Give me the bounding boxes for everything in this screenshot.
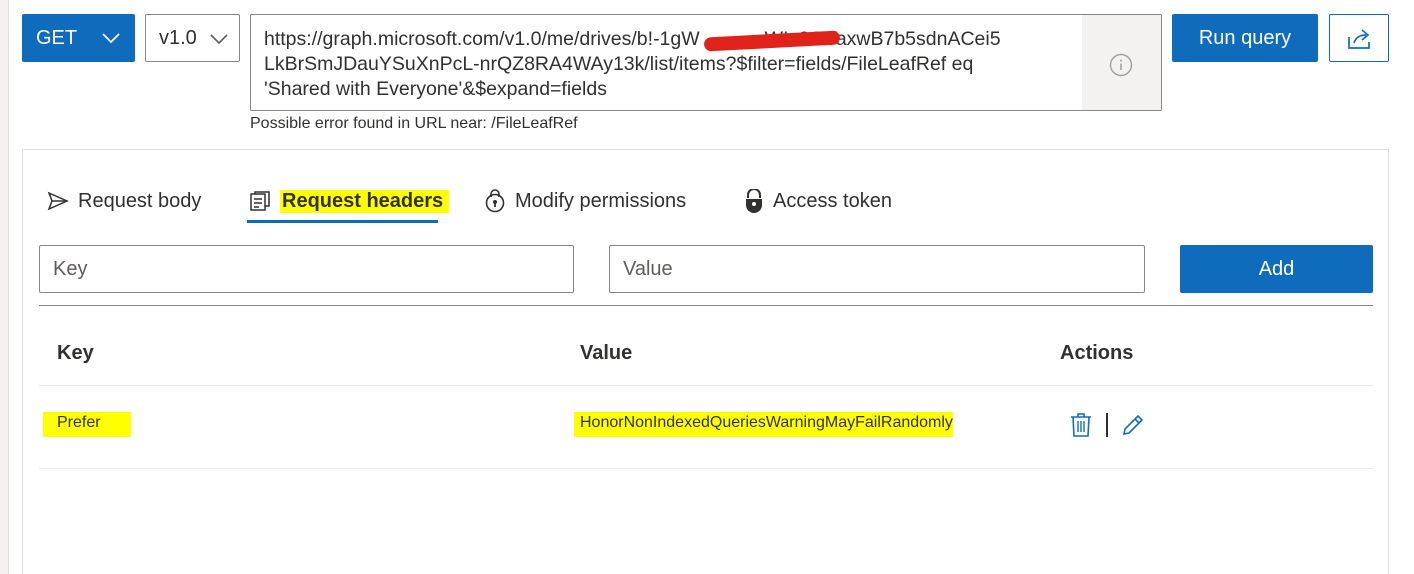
tab-access-token[interactable]: Access token [744, 178, 892, 224]
run-query-button[interactable]: Run query [1172, 14, 1318, 62]
header-value-cell: HonorNonIndexedQueriesWarningMayFailRand… [574, 412, 953, 437]
url-line-1: https://graph.microsoft.com/v1.0/me/driv… [264, 28, 1001, 50]
request-panel: Request body Request headers Modify perm… [22, 149, 1389, 574]
http-method-label: GET [36, 26, 78, 49]
document-icon [250, 191, 270, 211]
form-divider [39, 305, 1373, 306]
url-line-2: LkBrSmJDauYSuXnPcL-nrQZ8RA4WAy13k/list/i… [264, 53, 974, 75]
header-value-input[interactable]: Value [609, 245, 1145, 293]
url-error-message: Possible error found in URL near: /FileL… [250, 115, 578, 132]
tab-label: Request headers [280, 189, 450, 213]
query-url-input[interactable]: https://graph.microsoft.com/v1.0/me/driv… [250, 14, 1162, 111]
active-tab-indicator [247, 220, 438, 223]
tab-label: Access token [773, 189, 892, 212]
http-method-dropdown[interactable]: GET [22, 14, 135, 62]
lock-icon [485, 189, 505, 213]
tab-modify-permissions[interactable]: Modify permissions [484, 178, 686, 224]
url-line-3: 'Shared with Everyone'&$expand=fields [264, 78, 607, 100]
column-header-value: Value [580, 342, 633, 364]
url-info-area [1082, 15, 1161, 110]
version-dropdown[interactable]: v1.0 [145, 14, 240, 62]
table-row-value: HonorNonIndexedQueriesWarningMayFailRand… [574, 412, 953, 437]
chevron-down-icon [102, 33, 120, 44]
table-header-divider [39, 385, 1373, 386]
column-header-key: Key [57, 342, 94, 364]
tab-request-headers[interactable]: Request headers [249, 178, 450, 224]
tab-label: Request body [78, 189, 202, 212]
delete-icon[interactable] [1070, 412, 1092, 438]
header-key-cell: Prefer [43, 412, 131, 437]
table-row-divider [39, 468, 1373, 469]
send-icon [47, 191, 69, 211]
query-url-text[interactable]: https://graph.microsoft.com/v1.0/me/driv… [264, 27, 1076, 102]
tab-request-body[interactable]: Request body [47, 178, 201, 224]
edit-icon[interactable] [1120, 412, 1146, 438]
share-button[interactable] [1329, 14, 1389, 62]
action-separator [1106, 413, 1108, 437]
header-key-placeholder: Key [53, 257, 88, 280]
left-rail [0, 0, 9, 574]
chevron-down-icon [210, 34, 228, 45]
header-key-input[interactable]: Key [39, 245, 574, 293]
version-label: v1.0 [159, 26, 197, 49]
add-header-button[interactable]: Add [1180, 245, 1373, 293]
header-value-placeholder: Value [623, 257, 673, 280]
tab-label: Modify permissions [515, 189, 687, 212]
info-icon[interactable] [1109, 53, 1133, 77]
shield-lock-icon [746, 189, 762, 213]
table-row: Prefer [43, 412, 131, 437]
column-header-actions: Actions [1060, 342, 1134, 364]
share-icon [1348, 29, 1370, 49]
row-actions [1070, 412, 1146, 438]
